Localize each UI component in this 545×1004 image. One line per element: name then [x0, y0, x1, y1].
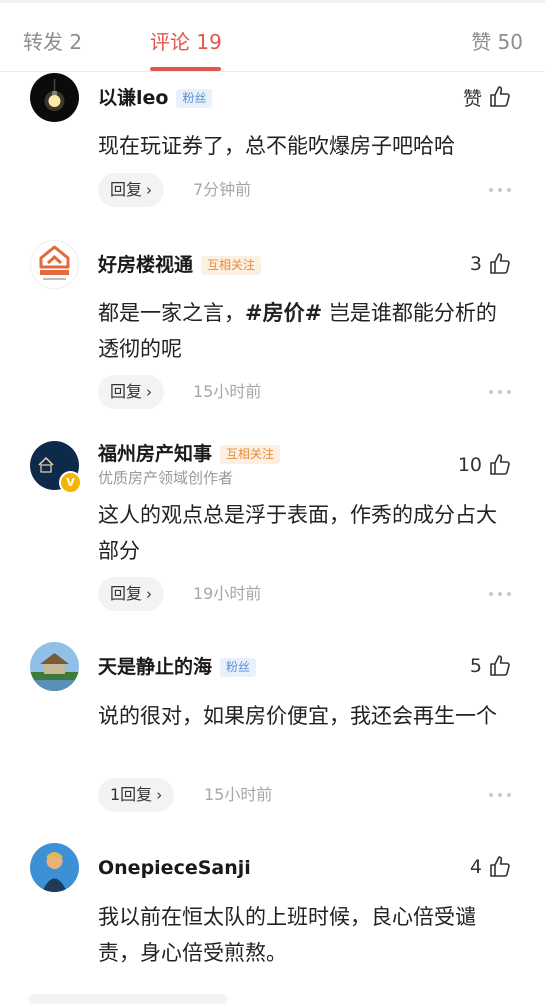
tab-likes[interactable]: 赞 50	[471, 29, 523, 55]
chevron-right-icon: ›	[146, 181, 153, 199]
reply-button[interactable]: 1回复 ›	[98, 778, 175, 812]
comment-time: 7分钟前	[193, 180, 252, 199]
lightbulb-icon	[30, 73, 79, 122]
author-name[interactable]: 福州房产知事	[98, 442, 212, 466]
comment-text: 都是一家之言，#房价# 岂是谁都能分析的透彻的呢	[98, 295, 516, 367]
hashtag-link[interactable]: #房价#	[245, 301, 322, 325]
comment-time: 19小时前	[193, 584, 262, 603]
tab-repost[interactable]: 转发 2	[23, 29, 82, 55]
like-label: 赞	[462, 87, 482, 110]
like-count: 3	[469, 253, 482, 275]
more-dots-icon[interactable]	[489, 778, 511, 812]
comment-time: 15小时前	[204, 785, 273, 804]
active-tab-indicator	[150, 67, 221, 71]
like-button[interactable]: 4	[470, 854, 512, 880]
avatar[interactable]	[30, 642, 79, 691]
author-name[interactable]: 好房楼视通	[98, 253, 193, 277]
chevron-right-icon: ›	[146, 585, 153, 603]
avatar[interactable]	[30, 843, 79, 892]
author-row: 以谦leo 粉丝	[98, 85, 213, 111]
like-count: 5	[469, 655, 482, 677]
comment-time: 15小时前	[193, 382, 262, 401]
author-row: 天是静止的海 粉丝	[98, 654, 257, 680]
author-row: OnepieceSanji	[98, 855, 251, 881]
like-count: 4	[469, 856, 482, 878]
reply-label: 回复	[110, 382, 143, 401]
comment-text: 这人的观点总是浮于表面，作秀的成分占大部分	[98, 503, 497, 563]
fan-badge: 粉丝	[176, 88, 213, 108]
author-name[interactable]: OnepieceSanji	[98, 856, 251, 880]
reply-label: 回复	[110, 584, 143, 603]
author-row: 好房楼视通 互相关注	[98, 252, 262, 278]
author-name[interactable]: 天是静止的海	[98, 655, 212, 679]
comment-text-part: 都是一家之言，	[98, 301, 245, 325]
verified-badge: V	[59, 471, 82, 494]
comment-text: 说的很对，如果房价便宜，我还会再生一个	[98, 704, 497, 728]
like-count: 10	[457, 454, 482, 476]
like-button[interactable]: 5	[470, 653, 512, 679]
thumbs-up-icon	[490, 856, 510, 877]
like-button[interactable]: 10	[458, 452, 512, 478]
more-dots-icon[interactable]	[489, 173, 511, 207]
mutual-follow-badge: 互相关注	[220, 444, 281, 464]
tab-bar: 转发 2 评论 19 赞 50	[0, 3, 545, 72]
character-avatar-icon	[30, 843, 79, 892]
avatar[interactable]	[30, 73, 79, 122]
tab-comments[interactable]: 评论 19	[150, 29, 222, 55]
reply-button[interactable]	[28, 994, 228, 1004]
house-logo-icon	[31, 241, 78, 288]
author-name[interactable]: 以谦leo	[98, 86, 168, 110]
chevron-right-icon: ›	[146, 383, 153, 401]
pavilion-photo-icon	[30, 642, 79, 691]
more-dots-icon[interactable]	[489, 375, 511, 409]
thumbs-up-icon	[490, 86, 510, 107]
reply-label: 回复	[110, 180, 143, 199]
reply-button[interactable]: 回复 ›	[98, 375, 165, 409]
more-dots-icon[interactable]	[489, 577, 511, 611]
comment-text: 现在玩证券了，总不能吹爆房子吧哈哈	[98, 134, 455, 158]
like-button[interactable]: 3	[470, 251, 512, 277]
chevron-right-icon: ›	[156, 786, 163, 804]
like-button[interactable]: 赞	[463, 84, 512, 110]
avatar[interactable]	[30, 240, 79, 289]
author-row: 福州房产知事 互相关注	[98, 441, 281, 467]
mutual-follow-badge: 互相关注	[201, 255, 262, 275]
reply-button[interactable]: 回复 ›	[98, 577, 165, 611]
thumbs-up-icon	[490, 253, 510, 274]
author-subtitle: 优质房产领域创作者	[98, 469, 234, 487]
thumbs-up-icon	[490, 454, 510, 475]
reply-label: 1回复	[110, 785, 153, 804]
reply-button[interactable]: 回复 ›	[98, 173, 165, 207]
fan-badge: 粉丝	[220, 657, 257, 677]
comment-text: 我以前在恒太队的上班时候，良心倍受谴责，身心倍受煎熬。	[98, 905, 476, 965]
thumbs-up-icon	[490, 655, 510, 676]
